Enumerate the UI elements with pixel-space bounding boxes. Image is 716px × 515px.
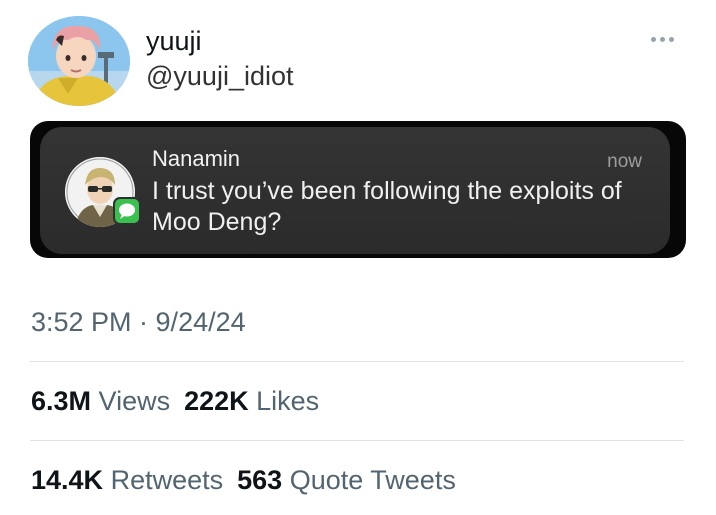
- divider: [30, 440, 684, 441]
- notification-time: now: [607, 151, 642, 172]
- quote-tweets-count: 563: [237, 465, 283, 495]
- author-avatar[interactable]: [28, 16, 130, 106]
- divider: [30, 361, 684, 362]
- engagement-row-views-likes: 6.3M Views 222K Likes: [31, 383, 319, 419]
- messages-app-icon: [113, 197, 141, 225]
- retweets-count: 14.4K: [31, 465, 104, 495]
- author-display-name[interactable]: yuuji: [146, 25, 202, 57]
- quote-tweets-stat[interactable]: 563 Quote Tweets: [237, 465, 456, 495]
- tweet-timestamp[interactable]: 3:52 PM · 9/24/24: [31, 304, 246, 340]
- views-count: 6.3M: [31, 386, 92, 416]
- more-dots-icon: [660, 36, 665, 42]
- engagement-row-retweets-quotes: 14.4K Retweets 563 Quote Tweets: [31, 462, 456, 498]
- notification-message: I trust you’ve been following the exploi…: [152, 177, 622, 236]
- author-handle[interactable]: @yuuji_idiot: [146, 59, 294, 93]
- notification-sender-name: Nanamin: [152, 146, 241, 171]
- views-stat[interactable]: 6.3M Views: [31, 386, 170, 416]
- retweets-label: Retweets: [110, 465, 224, 495]
- likes-label: Likes: [256, 386, 320, 416]
- likes-stat[interactable]: 222K Likes: [184, 386, 319, 416]
- quote-tweets-label: Quote Tweets: [289, 465, 456, 495]
- retweets-stat[interactable]: 14.4K Retweets: [31, 465, 223, 495]
- views-label: Views: [98, 386, 171, 416]
- more-dots-icon: [651, 36, 656, 42]
- more-options-button[interactable]: [651, 30, 685, 48]
- more-dots-icon: [669, 36, 674, 42]
- likes-count: 222K: [184, 386, 249, 416]
